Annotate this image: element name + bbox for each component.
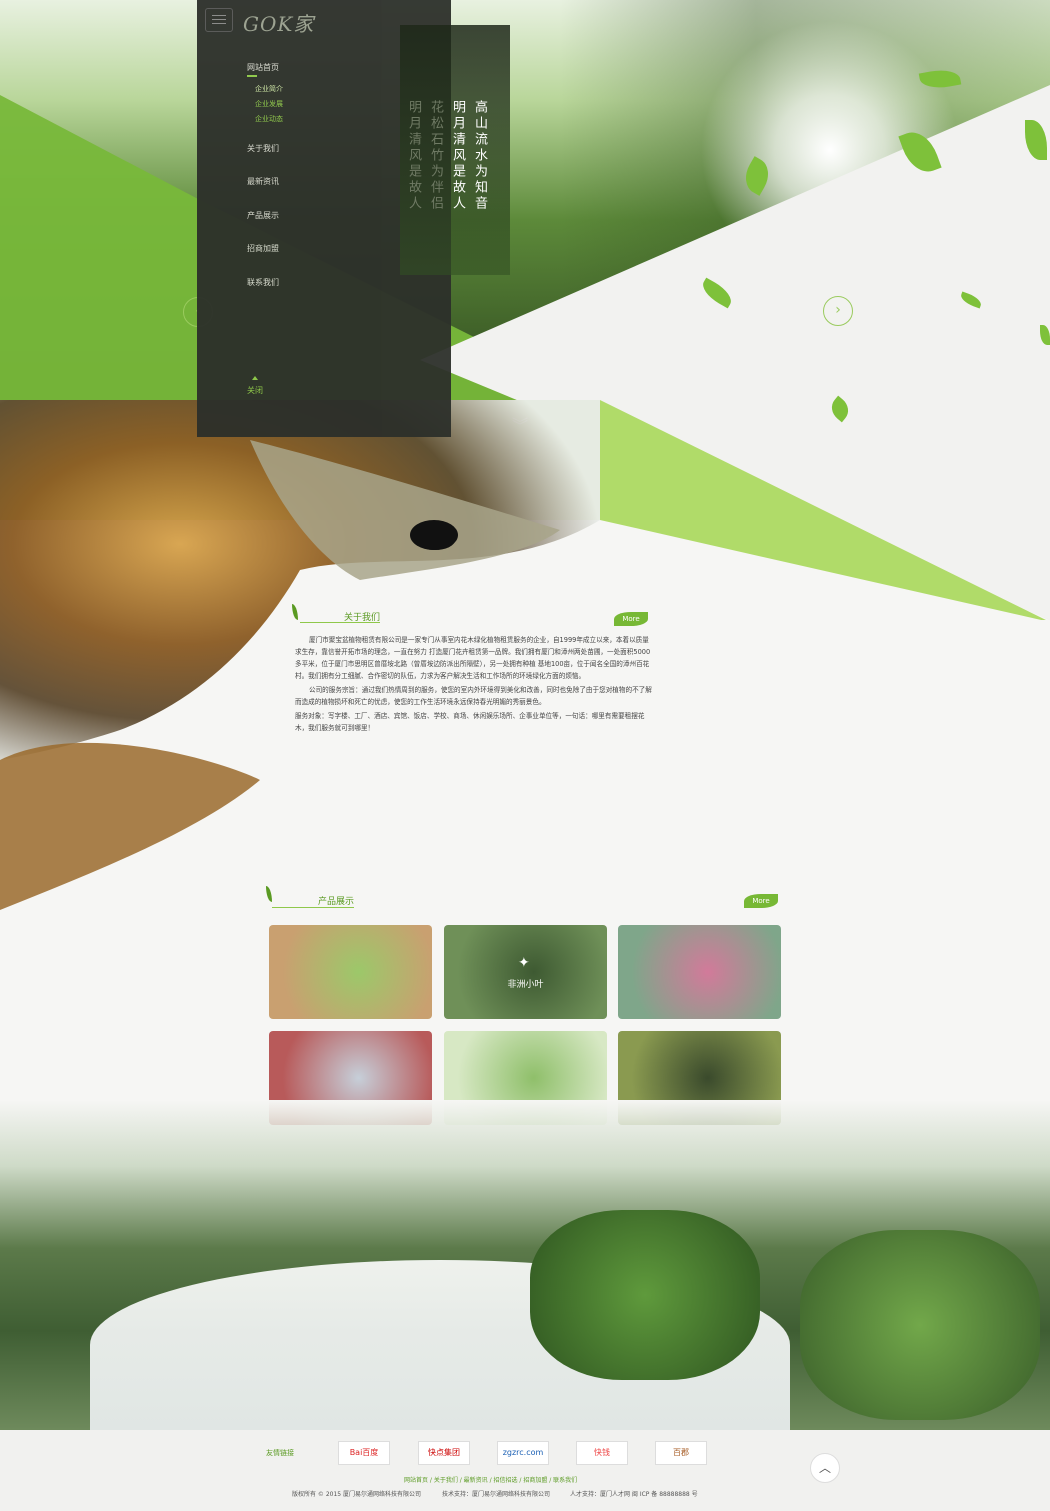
poem-line-2: 明月清风是故人 <box>450 100 465 212</box>
product-caption: 非洲小叶 <box>507 980 544 990</box>
products-more-button[interactable]: More <box>744 894 778 908</box>
poem-line-4: 明月清风是故人 <box>406 100 421 212</box>
nav-item-franchise[interactable]: 招商加盟 <box>247 243 279 254</box>
link-zgzrc[interactable]: zgzrc.com <box>497 1441 549 1465</box>
product-card[interactable] <box>269 925 432 1019</box>
footer: 友情链接 Bai百度 快点集团 zgzrc.com 快钱 百郡 网站首页 / 关… <box>0 1430 1050 1511</box>
nav-item-products[interactable]: 产品展示 <box>247 210 279 221</box>
fern-bush <box>800 1230 1040 1420</box>
link-kuaiqian[interactable]: 快钱 <box>576 1441 628 1465</box>
close-menu-button[interactable]: 关闭 <box>247 385 263 396</box>
black-stone <box>410 520 458 550</box>
footer-talent: 人才支持：厦门人才网 闽 ICP 备 88888888 号 <box>570 1491 698 1498</box>
about-paragraph: 服务对象：写字楼、工厂、酒店、宾馆、饭店、学校、商场、休闲娱乐场所、企事业单位等… <box>295 712 645 732</box>
about-paragraph: 公司的服务宗旨：通过我们热情周到的服务，使您的室内外环境得到美化和改善，同时也免… <box>295 686 652 706</box>
friend-links-label: 友情链接 <box>266 1449 294 1457</box>
chevron-up-icon <box>252 376 258 380</box>
product-card[interactable] <box>618 925 781 1019</box>
link-baijun[interactable]: 百郡 <box>655 1441 707 1465</box>
nav-item-contact[interactable]: 联系我们 <box>247 277 279 288</box>
about-paragraph: 厦门市聚宝盆植物租赁有限公司是一家专门从事室内花木绿化植物租赁服务的企业，自19… <box>295 636 651 680</box>
nav-sub-news[interactable]: 企业动态 <box>255 114 283 124</box>
about-more-button[interactable]: More <box>614 612 648 626</box>
footer-tech-support: 技术支持：厦门易尔通网络科技有限公司 <box>442 1491 551 1498</box>
footer-nav[interactable]: 网站首页 / 关于我们 / 最新资讯 / 招信招选 / 招商加盟 / 联系我们 <box>404 1475 577 1484</box>
poem-line-3: 花松石竹为伴侣 <box>428 100 443 212</box>
nav-item-home[interactable]: 网站首页 <box>247 62 279 73</box>
nav-item-about[interactable]: 关于我们 <box>247 143 279 154</box>
active-nav-indicator <box>247 75 257 77</box>
link-kuaidian[interactable]: 快点集团 <box>418 1441 470 1465</box>
about-text: 厦门市聚宝盆植物租赁有限公司是一家专门从事室内花木绿化植物租赁服务的企业，自19… <box>295 634 655 736</box>
fern-bush <box>530 1210 760 1380</box>
title-underline <box>272 907 354 908</box>
logo[interactable]: GOK家 <box>243 8 314 37</box>
products-title: 产品展示 <box>318 897 355 907</box>
poem-line-1: 高山流水为知音 <box>472 100 487 212</box>
link-baidu[interactable]: Bai百度 <box>338 1441 390 1465</box>
footer-copyright: 版权所有 © 2015 厦门易尔通网络科技有限公司 <box>292 1491 421 1498</box>
product-card[interactable]: ✦ 非洲小叶 <box>444 925 607 1019</box>
menu-icon[interactable] <box>205 8 233 32</box>
nav-sub-profile[interactable]: 企业简介 <box>255 84 283 94</box>
nav-item-latest-news[interactable]: 最新资讯 <box>247 176 279 187</box>
nav-sub-development[interactable]: 企业发展 <box>255 99 283 109</box>
maple-leaf-icon: ✦ <box>518 955 530 971</box>
back-to-top-button[interactable]: ︿ <box>810 1453 840 1483</box>
title-underline <box>300 622 380 623</box>
next-slide-button[interactable]: › <box>823 296 853 326</box>
